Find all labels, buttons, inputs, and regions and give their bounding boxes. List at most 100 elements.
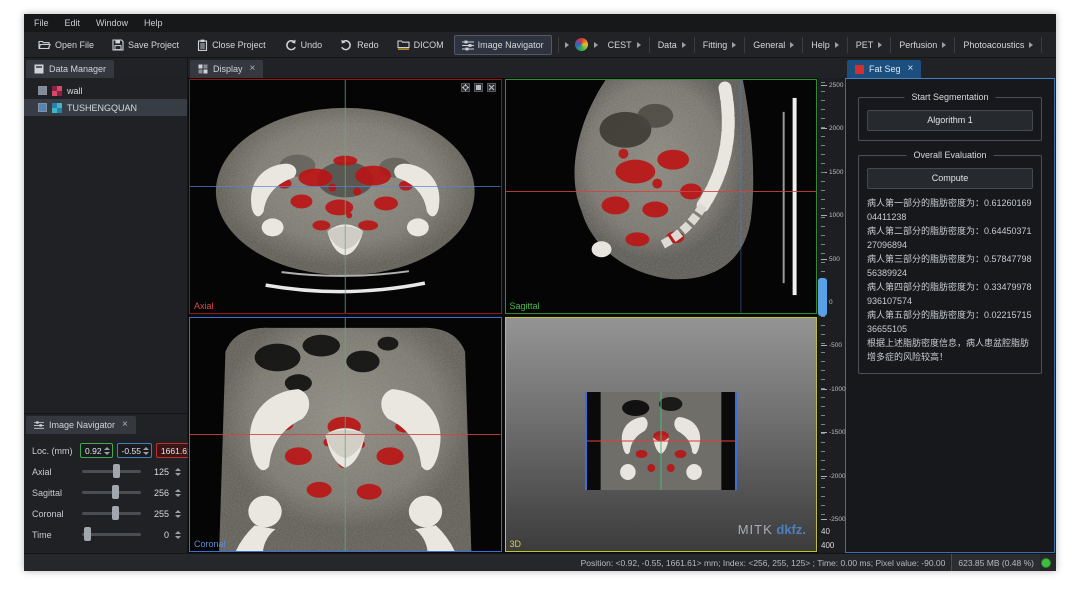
spinner-arrows-icon[interactable]: [104, 447, 110, 455]
tree-item-wall[interactable]: wall: [24, 82, 187, 99]
view-menu-item[interactable]: General: [745, 37, 803, 53]
menu-bar: File Edit Window Help: [24, 14, 1056, 32]
redo-button[interactable]: Redo: [332, 35, 387, 55]
slider-handle[interactable]: [113, 464, 120, 478]
tick-label: -500: [829, 342, 842, 349]
menu-item[interactable]: File: [34, 18, 49, 28]
axial-slider-value: 125: [147, 467, 169, 477]
spinner-arrows-icon[interactable]: [175, 510, 181, 518]
result-line: 病人第四部分的脂肪密度为：0.33479978936107574: [867, 280, 1033, 308]
color-wheel-icon[interactable]: [575, 38, 588, 51]
open-file-label: Open File: [55, 40, 94, 50]
tick-mark: [821, 519, 827, 520]
coronal-slider[interactable]: [82, 512, 141, 515]
tab-display[interactable]: Display: [190, 60, 263, 78]
tab-fat-seg[interactable]: Fat Seg: [847, 60, 921, 78]
close-icon[interactable]: [122, 421, 128, 429]
sagittal-slider[interactable]: [82, 491, 141, 494]
mitk-logo: MITK: [738, 522, 773, 537]
view-menu-item[interactable]: Help: [803, 37, 848, 53]
coronal-slider-label: Coronal: [32, 509, 76, 519]
menu-item[interactable]: Help: [144, 18, 163, 28]
tab-data-manager[interactable]: Data Manager: [26, 60, 114, 78]
image-navigator-button[interactable]: Image Navigator: [454, 35, 552, 55]
slider-handle[interactable]: [112, 485, 119, 499]
image-navigator-label: Image Navigator: [478, 40, 544, 50]
viewport-axial[interactable]: Axial: [189, 79, 502, 314]
scale-tick: -500: [821, 342, 845, 349]
loc-x-spinbox[interactable]: 0.92: [80, 443, 113, 458]
fat-seg-panel: Start Segmentation Algorithm 1 Overall E…: [845, 78, 1055, 553]
layout-menu-icon[interactable]: [474, 83, 483, 92]
data-manager-tab-label: Data Manager: [49, 64, 106, 74]
compute-button[interactable]: Compute: [867, 168, 1033, 189]
fat-seg-tab-label: Fat Seg: [869, 64, 901, 74]
view-menu-item[interactable]: Data: [650, 37, 695, 53]
tick-label: -1500: [829, 429, 846, 436]
tick-mark: [821, 128, 827, 129]
data-manager-tree: wall TUSHENGQUAN: [24, 78, 187, 413]
close-icon[interactable]: [250, 65, 256, 73]
menu-item[interactable]: Edit: [65, 18, 81, 28]
level-window-handle[interactable]: [818, 278, 827, 316]
dicom-button[interactable]: DICOM: [389, 35, 452, 54]
visibility-checkbox[interactable]: [38, 103, 47, 112]
viewport-coronal[interactable]: Coronal: [189, 317, 502, 552]
scale-tick: -1500: [821, 429, 845, 436]
time-slider[interactable]: [82, 533, 141, 536]
undo-button[interactable]: Undo: [276, 35, 331, 55]
save-icon: [112, 39, 124, 51]
dicom-folder-icon: [397, 39, 410, 50]
scale-tick: 500: [821, 256, 845, 263]
display-tab-label: Display: [213, 64, 243, 74]
close-icon[interactable]: [908, 65, 914, 73]
loc-x-value: 0.92: [85, 446, 102, 456]
tree-item-tushengquan[interactable]: TUSHENGQUAN: [24, 99, 187, 116]
view-menu-label: Data: [658, 40, 677, 50]
view-menu-item[interactable]: PET: [848, 37, 892, 53]
spinner-arrows-icon[interactable]: [175, 489, 181, 497]
axial-slider[interactable]: [82, 470, 141, 473]
tick-label: -2500: [829, 516, 846, 523]
tick-mark: [821, 476, 827, 477]
spinner-arrows-icon[interactable]: [143, 447, 149, 455]
spinner-arrows-icon[interactable]: [175, 468, 181, 476]
view-menu-item[interactable]: Fitting: [695, 37, 746, 53]
scale-tick: -1000: [821, 386, 845, 393]
loc-y-spinbox[interactable]: -0.55: [117, 443, 152, 458]
save-project-button[interactable]: Save Project: [104, 35, 187, 55]
view-menu-item[interactable]: CEST: [600, 37, 650, 53]
view-menu-label: Perfusion: [899, 40, 937, 50]
close-project-button[interactable]: Close Project: [189, 35, 274, 55]
close-project-label: Close Project: [212, 40, 266, 50]
scale-tick: 1500: [821, 169, 845, 176]
axial-ct-image: [190, 80, 501, 313]
toolbar-overflow-arrow-icon[interactable]: [594, 42, 598, 48]
view-menu-label: Fitting: [703, 40, 728, 50]
slider-handle[interactable]: [84, 527, 91, 541]
viewport-grid: Axial: [188, 78, 818, 553]
viewport-sagittal[interactable]: Sagittal: [505, 79, 818, 314]
algorithm-1-button[interactable]: Algorithm 1: [867, 110, 1033, 131]
fullscreen-icon[interactable]: [487, 83, 496, 92]
viewport-3d[interactable]: MITK dkfz. 3D: [505, 317, 818, 552]
view-menu-item[interactable]: Perfusion: [891, 37, 955, 53]
memory-status-icon: [1041, 558, 1051, 568]
view-menu-item[interactable]: Photoacoustics: [955, 37, 1042, 53]
viewport-label-axial: Axial: [194, 301, 214, 311]
main-toolbar: Open File Save Project Close Project Und…: [24, 32, 1056, 58]
window-value: 400: [821, 537, 845, 551]
toolbar-overflow-arrow-icon[interactable]: [565, 42, 569, 48]
open-file-button[interactable]: Open File: [30, 35, 102, 54]
view-menu-item[interactable]: Preprocessing: [1042, 37, 1050, 53]
view-menu-label: Photoacoustics: [963, 40, 1024, 50]
spinner-arrows-icon[interactable]: [175, 531, 181, 539]
slider-handle[interactable]: [112, 506, 119, 520]
menu-item[interactable]: Window: [96, 18, 128, 28]
tick-mark: [821, 259, 827, 260]
tick-label: 500: [829, 256, 840, 263]
visibility-checkbox[interactable]: [38, 86, 47, 95]
sagittal-slider-value: 256: [147, 488, 169, 498]
crosshair-toggle-icon[interactable]: [461, 83, 470, 92]
tab-image-navigator[interactable]: Image Navigator: [26, 416, 136, 434]
